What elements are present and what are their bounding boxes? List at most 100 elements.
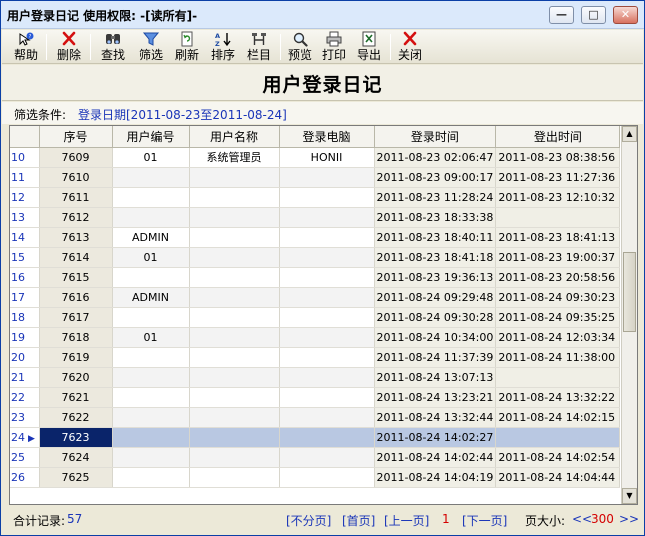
user-name-cell[interactable] — [189, 347, 280, 368]
column-header[interactable]: 登录电脑 — [279, 126, 375, 148]
user-name-cell[interactable] — [189, 407, 280, 428]
login-time-cell[interactable]: 2011-08-24 14:02:27 — [374, 427, 497, 448]
user-name-cell[interactable] — [189, 167, 280, 188]
login-time-cell[interactable]: 2011-08-24 09:30:28 — [374, 307, 497, 328]
row-id-cell[interactable]: 7610 — [39, 167, 113, 188]
login-time-cell[interactable]: 2011-08-24 09:29:48 — [374, 287, 497, 308]
pc-cell[interactable]: HONII — [279, 147, 375, 168]
login-time-cell[interactable]: 2011-08-24 13:32:44 — [374, 407, 497, 428]
row-id-cell[interactable]: 7615 — [39, 267, 113, 288]
login-time-cell[interactable]: 2011-08-24 14:02:44 — [374, 447, 497, 468]
minimize-button[interactable]: — — [549, 6, 574, 24]
column-header[interactable]: 登录时间 — [374, 126, 497, 148]
logout-time-cell[interactable]: 2011-08-24 09:30:23 — [495, 287, 621, 308]
pc-cell[interactable] — [279, 287, 375, 308]
user-name-cell[interactable] — [189, 187, 280, 208]
table-row[interactable]: 10 7609 01 系统管理员 HONII 2011-08-23 02:06:47 201… — [10, 147, 621, 168]
user-name-cell[interactable] — [189, 287, 280, 308]
login-time-cell[interactable]: 2011-08-23 18:33:38 — [374, 207, 497, 228]
row-id-cell[interactable]: 7623 — [39, 427, 113, 448]
user-name-cell[interactable] — [189, 327, 280, 348]
pc-cell[interactable] — [279, 267, 375, 288]
user-name-cell[interactable] — [189, 367, 280, 388]
next-page-link[interactable]: [下一页] — [462, 512, 507, 529]
table-row[interactable]: 20 7619 2011-08-24 11:37:39 2011-08-24 11:3… — [10, 347, 621, 368]
row-id-cell[interactable]: 7625 — [39, 467, 113, 488]
table-row[interactable]: 21 7620 2011-08-24 13:07:13 — [10, 367, 621, 388]
pc-cell[interactable] — [279, 167, 375, 188]
logout-time-cell[interactable] — [495, 367, 621, 388]
help-button[interactable]: ? 帮助 — [11, 31, 41, 63]
logout-time-cell[interactable]: 2011-08-23 20:58:56 — [495, 267, 621, 288]
table-row[interactable]: 14 7613 ADMIN 2011-08-23 18:40:11 2011-08-23… — [10, 227, 621, 248]
user-no-cell[interactable]: 01 — [112, 247, 190, 268]
scrollbar-thumb[interactable] — [623, 252, 636, 332]
scroll-up-button[interactable]: ▲ — [622, 126, 637, 142]
row-id-cell[interactable]: 7616 — [39, 287, 113, 308]
row-id-cell[interactable]: 7621 — [39, 387, 113, 408]
pc-cell[interactable] — [279, 207, 375, 228]
close-button[interactable]: 关闭 — [395, 31, 425, 63]
user-name-cell[interactable] — [189, 387, 280, 408]
logout-time-cell[interactable]: 2011-08-24 11:38:00 — [495, 347, 621, 368]
user-no-cell[interactable] — [112, 167, 190, 188]
login-time-cell[interactable]: 2011-08-24 13:23:21 — [374, 387, 497, 408]
print-button[interactable]: 打印 — [319, 31, 349, 63]
user-no-cell[interactable] — [112, 387, 190, 408]
row-id-cell[interactable]: 7613 — [39, 227, 113, 248]
preview-button[interactable]: 预览 — [285, 31, 315, 63]
row-id-cell[interactable]: 7622 — [39, 407, 113, 428]
column-header[interactable]: 用户编号 — [112, 126, 190, 148]
table-row[interactable]: 18 7617 2011-08-24 09:30:28 2011-08-24 09:3… — [10, 307, 621, 328]
close-window-button[interactable]: ✕ — [613, 6, 638, 24]
table-row[interactable]: 11 7610 2011-08-23 09:00:17 2011-08-23 11:2… — [10, 167, 621, 188]
login-time-cell[interactable]: 2011-08-23 18:41:18 — [374, 247, 497, 268]
table-row[interactable]: 15 7614 01 2011-08-23 18:41:18 2011-08-23 19… — [10, 247, 621, 268]
export-button[interactable]: 导出 — [354, 31, 384, 63]
login-time-cell[interactable]: 2011-08-23 09:00:17 — [374, 167, 497, 188]
logout-time-cell[interactable] — [495, 427, 621, 448]
row-id-cell[interactable]: 7614 — [39, 247, 113, 268]
table-row[interactable]: 26 7625 2011-08-24 14:04:19 2011-08-24 14:0… — [10, 467, 621, 488]
user-no-cell[interactable] — [112, 307, 190, 328]
pc-cell[interactable] — [279, 307, 375, 328]
user-no-cell[interactable]: ADMIN — [112, 287, 190, 308]
maximize-button[interactable]: □ — [581, 6, 606, 24]
user-name-cell[interactable] — [189, 307, 280, 328]
table-row[interactable]: 12 7611 2011-08-23 11:28:24 2011-08-23 12:1… — [10, 187, 621, 208]
table-row[interactable]: 23 7622 2011-08-24 13:32:44 2011-08-24 14:0… — [10, 407, 621, 428]
filter-button[interactable]: 筛选 — [136, 31, 166, 63]
table-row[interactable]: 17 7616 ADMIN 2011-08-24 09:29:48 2011-08-24… — [10, 287, 621, 308]
pc-cell[interactable] — [279, 427, 375, 448]
login-time-cell[interactable]: 2011-08-23 19:36:13 — [374, 267, 497, 288]
logout-time-cell[interactable]: 2011-08-23 11:27:36 — [495, 167, 621, 188]
first-page-link[interactable]: [首页] — [342, 512, 375, 529]
prev-page-link[interactable]: [上一页] — [384, 512, 429, 529]
user-no-cell[interactable] — [112, 367, 190, 388]
pc-cell[interactable] — [279, 367, 375, 388]
user-no-cell[interactable] — [112, 447, 190, 468]
login-time-cell[interactable]: 2011-08-24 13:07:13 — [374, 367, 497, 388]
pc-cell[interactable] — [279, 327, 375, 348]
vertical-scrollbar[interactable]: ▲ ▼ — [621, 126, 637, 504]
user-name-cell[interactable] — [189, 427, 280, 448]
pc-cell[interactable] — [279, 387, 375, 408]
columns-button[interactable]: 栏目 — [244, 31, 274, 63]
user-name-cell[interactable] — [189, 207, 280, 228]
column-header[interactable]: 登出时间 — [495, 126, 621, 148]
logout-time-cell[interactable]: 2011-08-24 14:04:44 — [495, 467, 621, 488]
user-name-cell[interactable] — [189, 467, 280, 488]
logout-time-cell[interactable]: 2011-08-24 12:03:34 — [495, 327, 621, 348]
user-no-cell[interactable] — [112, 207, 190, 228]
row-id-cell[interactable]: 7611 — [39, 187, 113, 208]
logout-time-cell[interactable]: 2011-08-23 12:10:32 — [495, 187, 621, 208]
user-no-cell[interactable] — [112, 187, 190, 208]
table-row[interactable]: 16 7615 2011-08-23 19:36:13 2011-08-23 20:5… — [10, 267, 621, 288]
pc-cell[interactable] — [279, 247, 375, 268]
login-time-cell[interactable]: 2011-08-23 11:28:24 — [374, 187, 497, 208]
no-paging-link[interactable]: [不分页] — [286, 512, 331, 529]
login-time-cell[interactable]: 2011-08-24 11:37:39 — [374, 347, 497, 368]
logout-time-cell[interactable]: 2011-08-23 19:00:37 — [495, 247, 621, 268]
user-no-cell[interactable] — [112, 347, 190, 368]
user-no-cell[interactable] — [112, 267, 190, 288]
